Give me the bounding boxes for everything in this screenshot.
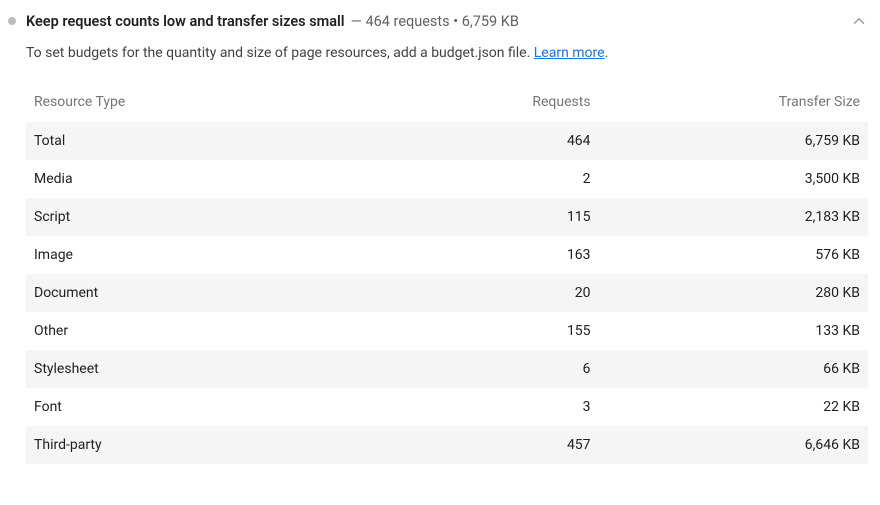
cell-requests: 20: [447, 274, 599, 312]
table-row: Script1152,183 KB: [26, 198, 868, 236]
summary-text: 464 requests • 6,759 KB: [366, 13, 519, 30]
cell-transfer-size: 2,183 KB: [599, 198, 868, 236]
table-row: Document20280 KB: [26, 274, 868, 312]
table-header-row: Resource Type Requests Transfer Size: [26, 84, 868, 122]
cell-transfer-size: 3,500 KB: [599, 160, 868, 198]
cell-transfer-size: 6,646 KB: [599, 426, 868, 464]
cell-resource-type: Document: [26, 274, 447, 312]
status-dot-neutral-icon: [8, 17, 16, 25]
col-header-transfer-size: Transfer Size: [599, 84, 868, 122]
summary-separator: —: [351, 13, 366, 30]
col-header-resource-type: Resource Type: [26, 84, 447, 122]
cell-resource-type: Third-party: [26, 426, 447, 464]
cell-resource-type: Font: [26, 388, 447, 426]
cell-requests: 163: [447, 236, 599, 274]
cell-requests: 464: [447, 122, 599, 160]
cell-resource-type: Media: [26, 160, 447, 198]
table-row: Total4646,759 KB: [26, 122, 868, 160]
table-row: Font322 KB: [26, 388, 868, 426]
learn-more-link[interactable]: Learn more: [534, 45, 605, 61]
audit-description: To set budgets for the quantity and size…: [0, 30, 880, 70]
description-text: To set budgets for the quantity and size…: [26, 45, 534, 61]
cell-transfer-size: 280 KB: [599, 274, 868, 312]
audit-item: Keep request counts low and transfer siz…: [0, 0, 880, 474]
table-row: Stylesheet666 KB: [26, 350, 868, 388]
cell-requests: 457: [447, 426, 599, 464]
table-row: Other155133 KB: [26, 312, 868, 350]
cell-resource-type: Stylesheet: [26, 350, 447, 388]
table-row: Image163576 KB: [26, 236, 868, 274]
cell-resource-type: Image: [26, 236, 447, 274]
cell-resource-type: Script: [26, 198, 447, 236]
resource-table: Resource Type Requests Transfer Size Tot…: [26, 84, 868, 464]
cell-transfer-size: 22 KB: [599, 388, 868, 426]
chevron-up-icon[interactable]: [850, 12, 868, 30]
cell-requests: 155: [447, 312, 599, 350]
cell-requests: 115: [447, 198, 599, 236]
cell-requests: 6: [447, 350, 599, 388]
cell-resource-type: Other: [26, 312, 447, 350]
cell-transfer-size: 6,759 KB: [599, 122, 868, 160]
audit-summary: — 464 requests • 6,759 KB: [351, 13, 519, 30]
cell-transfer-size: 133 KB: [599, 312, 868, 350]
resource-table-wrap: Resource Type Requests Transfer Size Tot…: [0, 70, 880, 474]
audit-header[interactable]: Keep request counts low and transfer siz…: [0, 12, 880, 30]
audit-title: Keep request counts low and transfer siz…: [26, 13, 345, 30]
cell-transfer-size: 66 KB: [599, 350, 868, 388]
table-row: Third-party4576,646 KB: [26, 426, 868, 464]
cell-requests: 2: [447, 160, 599, 198]
table-row: Media23,500 KB: [26, 160, 868, 198]
description-suffix: .: [605, 45, 609, 61]
col-header-requests: Requests: [447, 84, 599, 122]
cell-resource-type: Total: [26, 122, 447, 160]
cell-requests: 3: [447, 388, 599, 426]
cell-transfer-size: 576 KB: [599, 236, 868, 274]
